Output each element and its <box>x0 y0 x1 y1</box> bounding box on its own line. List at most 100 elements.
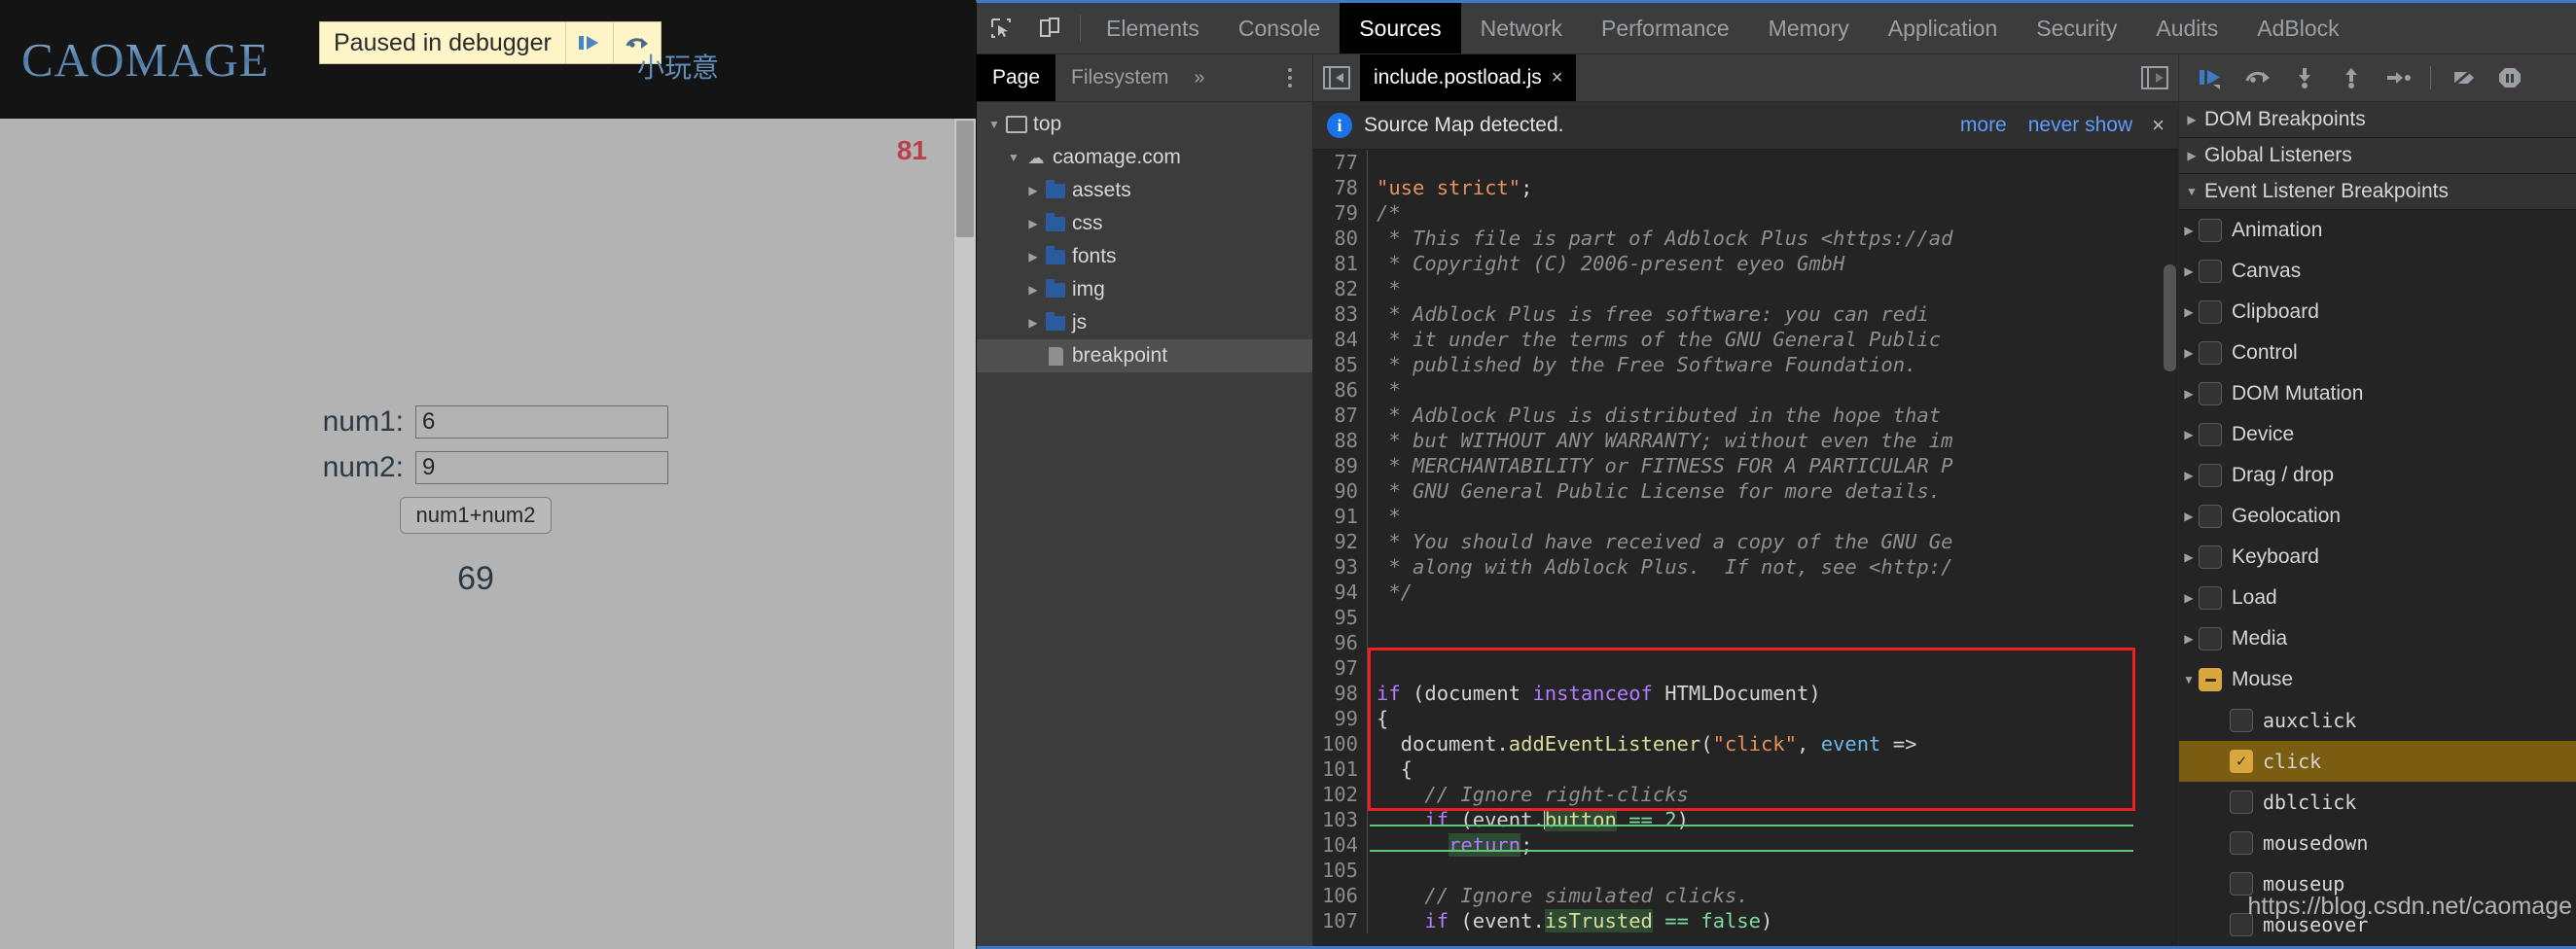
deactivate-breakpoints-button[interactable] <box>2441 58 2486 97</box>
code-editor[interactable]: 77 78"use strict"; 79/* 80 * This file i… <box>1313 150 2178 946</box>
event-category-keyboard[interactable]: ▶ Keyboard <box>2179 537 2576 578</box>
chevron-down-icon[interactable]: ▼ <box>2179 673 2199 686</box>
chevron-right-icon[interactable]: ▶ <box>2179 113 2204 126</box>
step-button[interactable] <box>2376 58 2420 97</box>
sum-button[interactable]: num1+num2 <box>400 497 553 534</box>
checkbox[interactable] <box>2199 627 2222 650</box>
num2-input[interactable] <box>415 451 668 484</box>
tab-application[interactable]: Application <box>1869 3 2018 53</box>
chevron-right-icon[interactable]: ▶ <box>2179 469 2199 482</box>
tree-item-img[interactable]: ▶ img <box>977 273 1312 306</box>
chevron-right-icon[interactable]: ▶ <box>1023 217 1043 230</box>
checkbox[interactable] <box>2199 341 2222 365</box>
page-scrollbar[interactable] <box>953 119 976 949</box>
close-icon[interactable]: × <box>2152 113 2165 138</box>
tab-adblock[interactable]: AdBlock <box>2237 3 2358 53</box>
chevron-right-icon[interactable]: ▶ <box>2179 149 2204 162</box>
tree-item-assets[interactable]: ▶ assets <box>977 174 1312 207</box>
checkbox[interactable] <box>2199 545 2222 569</box>
tree-item-caomage-com[interactable]: ▼ ☁ caomage.com <box>977 141 1312 174</box>
tab-memory[interactable]: Memory <box>1749 3 1869 53</box>
chevron-down-icon[interactable]: ▼ <box>2179 185 2204 198</box>
event-category-drag-drop[interactable]: ▶ Drag / drop <box>2179 455 2576 496</box>
device-toolbar-button[interactable] <box>1025 3 1074 53</box>
checkbox[interactable] <box>2199 300 2222 324</box>
close-icon[interactable]: × <box>1552 67 1563 89</box>
checkbox[interactable] <box>2199 586 2222 610</box>
checkbox[interactable] <box>2199 505 2222 528</box>
section-dom-breakpoints[interactable]: ▶ DOM Breakpoints <box>2179 102 2576 138</box>
site-logo[interactable]: CAOMAGE <box>21 32 269 88</box>
pause-on-exceptions-button[interactable] <box>2487 58 2532 97</box>
tree-item-fonts[interactable]: ▶ fonts <box>977 240 1312 273</box>
event-click[interactable]: ✓ click <box>2179 741 2576 782</box>
event-category-geolocation[interactable]: ▶ Geolocation <box>2179 496 2576 537</box>
checkbox[interactable] <box>2230 913 2253 936</box>
chevron-right-icon[interactable]: ▶ <box>1023 184 1043 197</box>
section-event-listener-breakpoints[interactable]: ▼ Event Listener Breakpoints <box>2179 174 2576 210</box>
checkbox[interactable] <box>2199 260 2222 283</box>
chevron-right-icon[interactable]: ▶ <box>1023 250 1043 264</box>
tab-performance[interactable]: Performance <box>1582 3 1749 53</box>
editor-scrollbar[interactable] <box>2163 150 2178 946</box>
tree-item-top[interactable]: ▼ top <box>977 108 1312 141</box>
event-category-animation[interactable]: ▶ Animation <box>2179 210 2576 251</box>
event-mouseup[interactable]: mouseup <box>2179 863 2576 904</box>
tab-security[interactable]: Security <box>2017 3 2136 53</box>
event-category-canvas[interactable]: ▶ Canvas <box>2179 251 2576 292</box>
page-scrollbar-thumb[interactable] <box>956 121 974 237</box>
navigator-tab-page[interactable]: Page <box>977 54 1055 101</box>
section-global-listeners[interactable]: ▶ Global Listeners <box>2179 138 2576 174</box>
event-category-mouse[interactable]: ▼ Mouse <box>2179 659 2576 700</box>
checkbox[interactable] <box>2230 872 2253 896</box>
navigator-options-button[interactable] <box>1275 54 1305 101</box>
event-category-load[interactable]: ▶ Load <box>2179 578 2576 618</box>
checkbox[interactable] <box>2199 668 2222 691</box>
chevron-right-icon[interactable]: ▶ <box>2179 428 2199 441</box>
navigator-tab-filesystem[interactable]: Filesystem <box>1055 54 1184 101</box>
event-category-clipboard[interactable]: ▶ Clipboard <box>2179 292 2576 333</box>
show-navigator-button[interactable] <box>1313 54 1360 101</box>
event-auxclick[interactable]: auxclick <box>2179 700 2576 741</box>
checkbox[interactable] <box>2230 831 2253 855</box>
resume-script-button[interactable] <box>2189 58 2234 97</box>
chevron-right-icon[interactable]: ▶ <box>1023 316 1043 330</box>
event-mouseover[interactable]: mouseover <box>2179 904 2576 945</box>
chevron-down-icon[interactable]: ▼ <box>984 118 1004 131</box>
banner-resume-button[interactable] <box>566 22 614 63</box>
checkbox[interactable] <box>2230 709 2253 732</box>
source-map-more-link[interactable]: more <box>1960 114 2007 137</box>
checkbox[interactable] <box>2199 219 2222 242</box>
tab-network[interactable]: Network <box>1461 3 1582 53</box>
event-category-dom-mutation[interactable]: ▶ DOM Mutation <box>2179 373 2576 414</box>
site-nav-link[interactable]: 小玩意 <box>637 47 719 86</box>
event-category-media[interactable]: ▶ Media <box>2179 618 2576 659</box>
chevron-right-icon[interactable]: ▶ <box>2179 264 2199 278</box>
tab-elements[interactable]: Elements <box>1087 3 1219 53</box>
chevron-right-icon[interactable]: ▶ <box>2179 550 2199 564</box>
event-mousedown[interactable]: mousedown <box>2179 823 2576 863</box>
show-debugger-sidebar-button[interactable] <box>2131 54 2178 101</box>
event-category-control[interactable]: ▶ Control <box>2179 333 2576 373</box>
chevron-down-icon[interactable]: ▼ <box>1004 151 1023 164</box>
chevron-right-icon[interactable]: ▶ <box>2179 591 2199 605</box>
navigator-more-tabs-button[interactable]: » <box>1184 54 1214 101</box>
checkbox[interactable]: ✓ <box>2230 750 2253 773</box>
event-dblclick[interactable]: dblclick <box>2179 782 2576 823</box>
chevron-right-icon[interactable]: ▶ <box>2179 346 2199 360</box>
tab-console[interactable]: Console <box>1219 3 1340 53</box>
tree-item-js[interactable]: ▶ js <box>977 306 1312 339</box>
step-into-button[interactable] <box>2282 58 2327 97</box>
tree-item-breakpoint[interactable]: breakpoint <box>977 339 1312 372</box>
inspect-element-button[interactable] <box>977 3 1025 53</box>
chevron-right-icon[interactable]: ▶ <box>2179 632 2199 646</box>
tab-sources[interactable]: Sources <box>1340 3 1460 53</box>
editor-scrollbar-thumb[interactable] <box>2164 264 2176 371</box>
step-out-button[interactable] <box>2329 58 2374 97</box>
checkbox[interactable] <box>2199 382 2222 405</box>
source-map-never-show-link[interactable]: never show <box>2028 114 2132 137</box>
editor-tab-include-postload-js[interactable]: include.postload.js × <box>1360 54 1576 101</box>
step-over-button[interactable] <box>2236 58 2280 97</box>
chevron-right-icon[interactable]: ▶ <box>2179 387 2199 401</box>
checkbox[interactable] <box>2230 791 2253 814</box>
